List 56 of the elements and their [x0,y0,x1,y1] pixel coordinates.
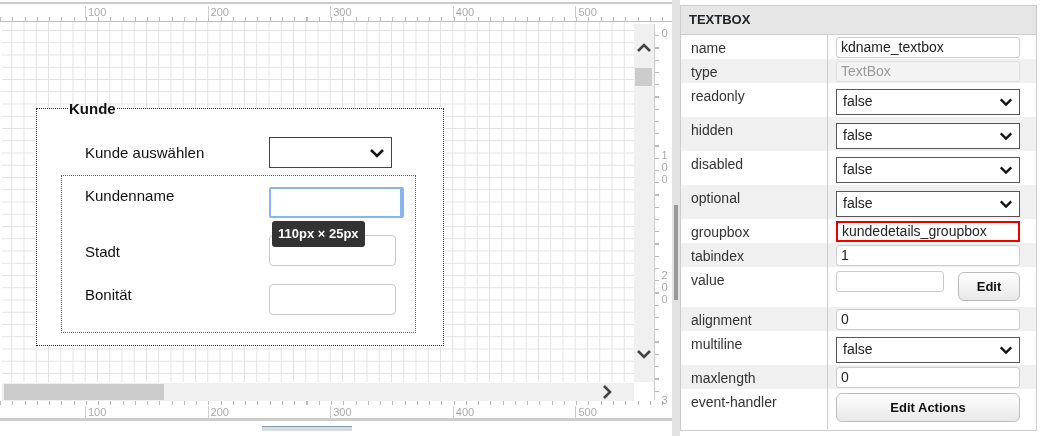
edit-actions-button[interactable]: Edit Actions [836,392,1020,422]
ruler-label: 3 [660,394,669,407]
text-field[interactable] [269,284,396,315]
ruler-label: 500 [575,6,597,18]
splitter-handle[interactable] [674,205,678,300]
property-name: multiline [690,334,744,354]
field-label: Kundenname [85,186,175,206]
field-label: Bonität [85,285,132,305]
text-field[interactable]: kundedetails_groupbox [836,220,1020,242]
property-name: type [690,62,719,82]
property-name: value [690,270,726,290]
scrollbar[interactable] [634,24,654,382]
ruler-label: 200 [207,406,229,418]
ruler-label: 300 [330,6,352,18]
property-name: maxlength [690,368,757,388]
scroll-thumb[interactable] [4,384,164,400]
ruler-label: 100 [85,406,107,418]
property-name: hidden [690,120,735,140]
ruler-label: 0 [660,27,669,40]
ruler-label: 500 [575,406,597,418]
text-field[interactable] [269,187,404,218]
property-name: event-handler [690,392,778,412]
edit-button[interactable]: Edit [958,271,1020,301]
text-field[interactable]: 0 [836,366,1020,388]
text-field[interactable]: 1 [836,244,1020,266]
ruler-label: 300 [330,406,352,418]
field-label: Kunde auswählen [85,143,205,163]
size-tooltip: 110px × 25px [272,221,365,247]
scroll-thumb[interactable] [635,68,652,86]
splitter[interactable] [672,0,680,436]
property-name: alignment [690,310,753,330]
dropdown[interactable] [269,137,392,168]
dropdown[interactable]: false [836,156,1020,183]
property-name: readonly [690,86,746,106]
ruler-label: 200 [207,6,229,18]
text-field[interactable] [836,270,944,292]
scrollbar[interactable] [2,383,634,401]
property-name: optional [690,188,742,208]
text-field[interactable]: 0 [836,308,1020,330]
property-name: groupbox [690,222,751,242]
field-label: Stadt [85,242,121,262]
ruler-label: 400 [452,406,475,418]
dropdown[interactable]: false [836,336,1020,363]
ruler-label: 400 [452,6,475,18]
property-name: name [690,38,728,58]
text-field[interactable]: kdname_textbox [836,36,1020,58]
ruler-label: 100 [660,149,669,186]
bottom-tab[interactable] [262,426,352,431]
dropdown[interactable]: false [836,190,1020,217]
panel-title: TEXTBOX [681,6,1036,35]
ruler-label: 200 [660,269,669,306]
dropdown[interactable]: false [836,88,1020,115]
ruler-label: 100 [85,6,107,18]
property-name: tabindex [690,246,745,266]
dropdown[interactable]: false [836,122,1020,149]
property-name: disabled [690,154,745,174]
